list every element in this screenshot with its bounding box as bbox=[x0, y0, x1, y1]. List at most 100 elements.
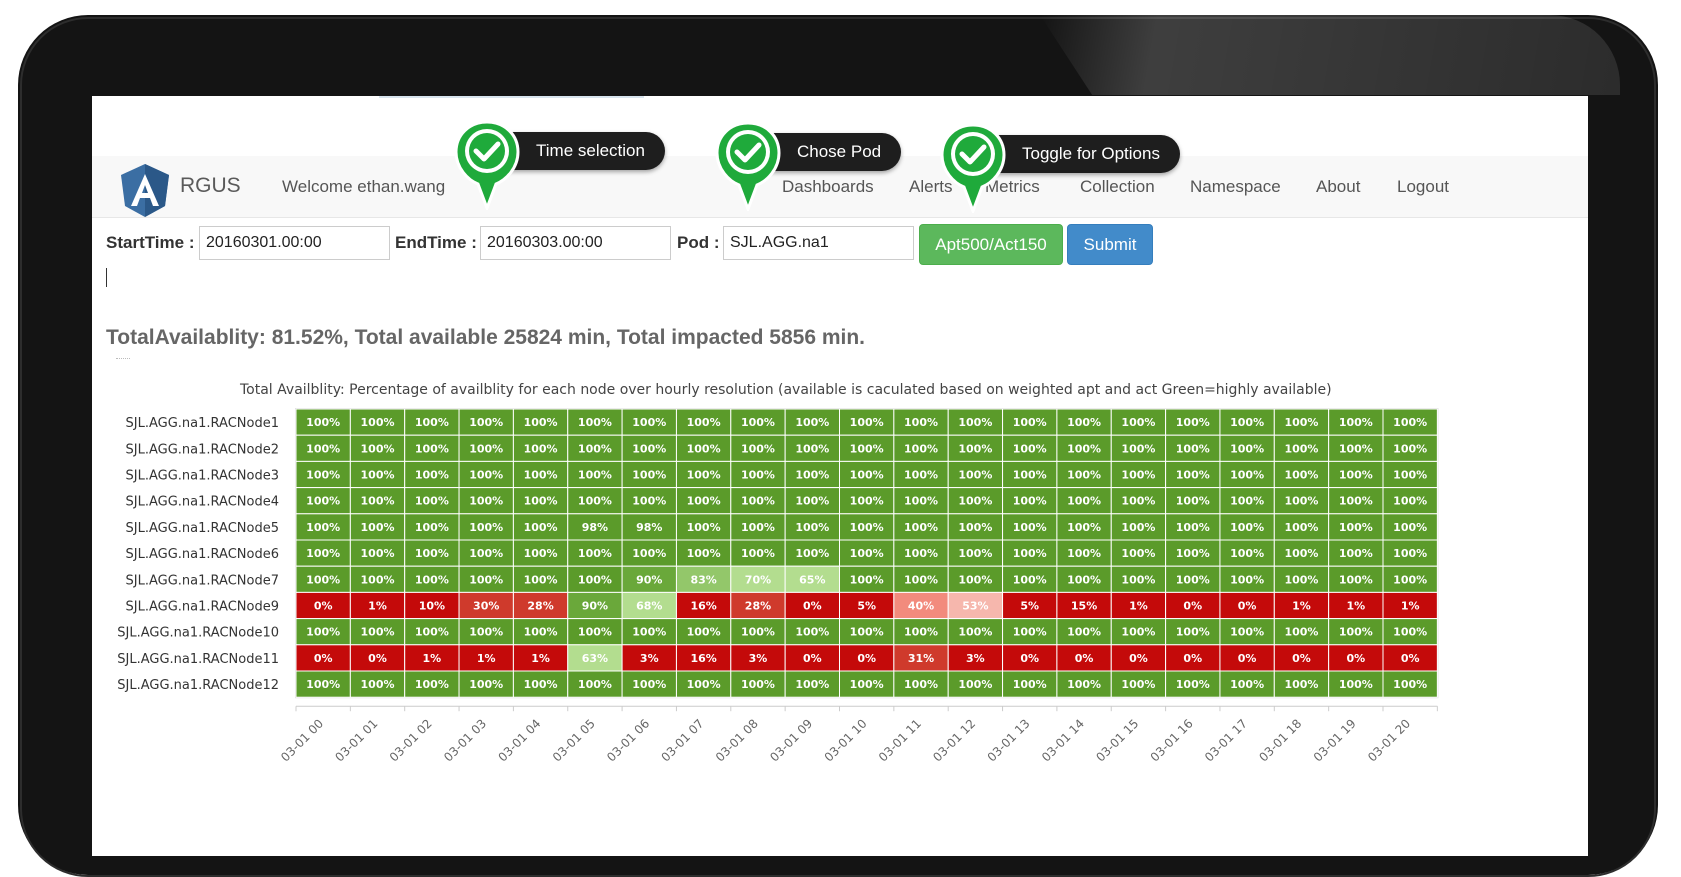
cell-value-label: 100% bbox=[795, 442, 829, 455]
row-label: SJL.AGG.na1.RACNode12 bbox=[117, 678, 279, 693]
cell-value-label: 100% bbox=[361, 626, 395, 639]
row-label: SJL.AGG.na1.RACNode5 bbox=[126, 521, 279, 536]
row-label: SJL.AGG.na1.RACNode7 bbox=[126, 573, 279, 588]
cell-value-label: 3% bbox=[640, 652, 659, 665]
cell-value-label: 68% bbox=[636, 600, 662, 613]
cell-value-label: 100% bbox=[850, 678, 884, 691]
cell-value-label: 0% bbox=[368, 652, 387, 665]
cell-value-label: 100% bbox=[850, 442, 884, 455]
cell-value-label: 100% bbox=[469, 521, 503, 534]
cell-value-label: 100% bbox=[306, 547, 340, 560]
x-tick-label: 03-01 04 bbox=[495, 716, 543, 764]
cell-value-label: 16% bbox=[690, 652, 716, 665]
cell-value-label: 100% bbox=[958, 573, 992, 586]
cell-value-label: 100% bbox=[1339, 547, 1373, 560]
cell-value-label: 100% bbox=[469, 442, 503, 455]
cell-value-label: 100% bbox=[1121, 521, 1155, 534]
screen-glare bbox=[1040, 15, 1620, 95]
cell-value-label: 100% bbox=[1393, 469, 1427, 482]
cell-value-label: 15% bbox=[1071, 600, 1097, 613]
cell-value-label: 100% bbox=[904, 626, 938, 639]
cell-value-label: 1% bbox=[1346, 600, 1365, 613]
cell-value-label: 100% bbox=[1013, 416, 1047, 429]
cell-value-label: 100% bbox=[306, 416, 340, 429]
cell-value-label: 100% bbox=[1339, 678, 1373, 691]
cell-value-label: 100% bbox=[524, 469, 558, 482]
cell-value-label: 100% bbox=[741, 626, 775, 639]
cell-value-label: 100% bbox=[1176, 521, 1210, 534]
cell-value-label: 100% bbox=[1230, 678, 1264, 691]
cell-value-label: 100% bbox=[958, 547, 992, 560]
x-tick-label: 03-01 15 bbox=[1093, 716, 1141, 764]
cell-value-label: 0% bbox=[857, 652, 876, 665]
cell-value-label: 100% bbox=[1230, 547, 1264, 560]
cell-value-label: 100% bbox=[850, 521, 884, 534]
availability-heatmap: SJL.AGG.na1.RACNode1 100% 100% 100% 100% 100%… bbox=[117, 408, 1439, 764]
cell-value-label: 0% bbox=[1346, 652, 1365, 665]
cell-value-label: 28% bbox=[745, 600, 771, 613]
cell-value-label: 100% bbox=[687, 678, 721, 691]
cell-value-label: 100% bbox=[1013, 573, 1047, 586]
x-tick-label: 03-01 16 bbox=[1148, 716, 1196, 764]
cell-value-label: 100% bbox=[1230, 495, 1264, 508]
cell-value-label: 100% bbox=[1121, 626, 1155, 639]
x-tick-label: 03-01 05 bbox=[550, 716, 598, 764]
cell-value-label: 100% bbox=[306, 626, 340, 639]
cell-value-label: 100% bbox=[469, 547, 503, 560]
cell-value-label: 0% bbox=[1183, 652, 1202, 665]
cell-value-label: 3% bbox=[966, 652, 985, 665]
cell-value-label: 31% bbox=[908, 652, 934, 665]
cell-value-label: 0% bbox=[1292, 652, 1311, 665]
cell-value-label: 100% bbox=[1339, 416, 1373, 429]
cell-value-label: 100% bbox=[958, 416, 992, 429]
cell-value-label: 100% bbox=[795, 626, 829, 639]
cell-value-label: 100% bbox=[1284, 678, 1318, 691]
cell-value-label: 100% bbox=[632, 495, 666, 508]
cell-value-label: 100% bbox=[1013, 469, 1047, 482]
cell-value-label: 100% bbox=[904, 495, 938, 508]
cell-value-label: 100% bbox=[1230, 521, 1264, 534]
cell-value-label: 100% bbox=[1121, 547, 1155, 560]
x-tick-label: 03-01 12 bbox=[930, 716, 978, 764]
cell-value-label: 100% bbox=[1067, 521, 1101, 534]
cell-value-label: 100% bbox=[1176, 626, 1210, 639]
cell-value-label: 100% bbox=[578, 573, 612, 586]
cell-value-label: 100% bbox=[524, 442, 558, 455]
cell-value-label: 100% bbox=[1339, 469, 1373, 482]
cell-value-label: 100% bbox=[1013, 442, 1047, 455]
cell-value-label: 100% bbox=[1176, 442, 1210, 455]
cell-value-label: 100% bbox=[469, 416, 503, 429]
cell-value-label: 100% bbox=[1013, 495, 1047, 508]
cell-value-label: 100% bbox=[632, 547, 666, 560]
cell-value-label: 100% bbox=[1067, 416, 1101, 429]
cell-value-label: 100% bbox=[741, 547, 775, 560]
cell-value-label: 0% bbox=[803, 652, 822, 665]
cell-value-label: 100% bbox=[361, 416, 395, 429]
x-tick-label: 03-01 03 bbox=[441, 716, 489, 764]
row-label: SJL.AGG.na1.RACNode11 bbox=[117, 652, 279, 667]
cell-value-label: 1% bbox=[1292, 600, 1311, 613]
cell-value-label: 90% bbox=[636, 573, 662, 586]
cell-value-label: 100% bbox=[1230, 626, 1264, 639]
cell-value-label: 100% bbox=[1067, 547, 1101, 560]
cell-value-label: 100% bbox=[1176, 547, 1210, 560]
cell-value-label: 100% bbox=[578, 469, 612, 482]
cell-value-label: 100% bbox=[578, 495, 612, 508]
cell-value-label: 40% bbox=[908, 600, 934, 613]
cell-value-label: 100% bbox=[1067, 495, 1101, 508]
cell-value-label: 100% bbox=[1284, 521, 1318, 534]
cell-value-label: 100% bbox=[306, 442, 340, 455]
cell-value-label: 100% bbox=[1176, 678, 1210, 691]
x-tick-label: 03-01 01 bbox=[332, 716, 380, 764]
cell-value-label: 100% bbox=[524, 573, 558, 586]
cell-value-label: 100% bbox=[1339, 442, 1373, 455]
cell-value-label: 90% bbox=[582, 600, 608, 613]
cell-value-label: 100% bbox=[1393, 521, 1427, 534]
cell-value-label: 100% bbox=[632, 678, 666, 691]
cell-value-label: 100% bbox=[361, 678, 395, 691]
cell-value-label: 100% bbox=[1284, 626, 1318, 639]
cell-value-label: 100% bbox=[741, 442, 775, 455]
cell-value-label: 100% bbox=[1393, 678, 1427, 691]
row-label: SJL.AGG.na1.RACNode3 bbox=[126, 469, 279, 484]
cell-value-label: 16% bbox=[690, 600, 716, 613]
